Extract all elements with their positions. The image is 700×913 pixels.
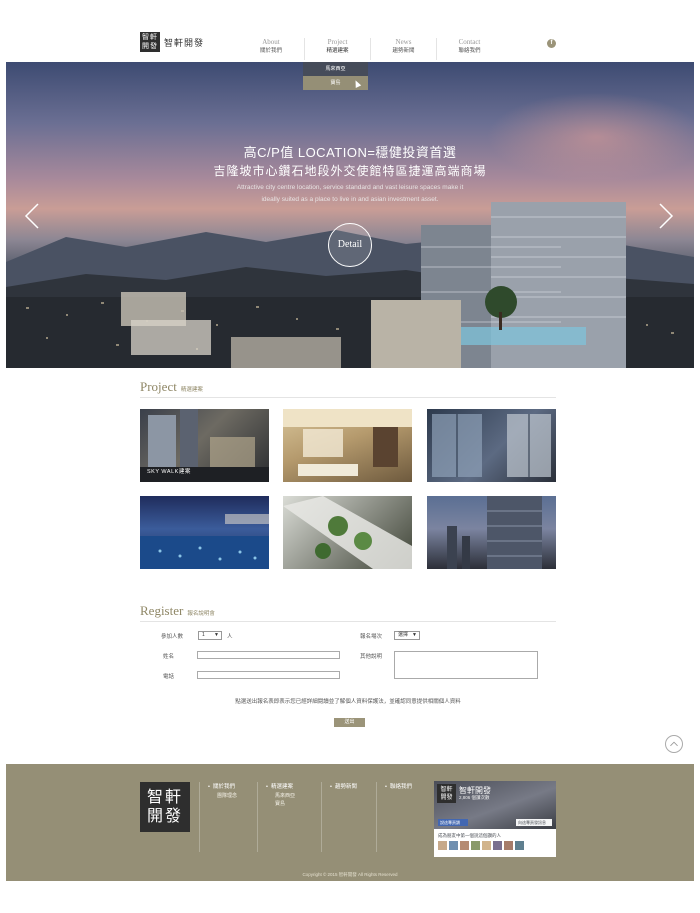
footer-sublink[interactable]: 寶島 — [266, 800, 295, 808]
select-value: 1 — [202, 632, 205, 638]
section-subtitle: 精選建案 — [180, 387, 203, 393]
facebook-page-widget[interactable]: 智軒 開發 智軒開發 2,806 個讚次數 說這專頁讚 向這專頁發訊息 成為朋友… — [434, 781, 556, 857]
project-tile[interactable] — [283, 409, 412, 482]
section-subtitle: 報名說明會 — [187, 611, 215, 617]
main-nav: About 關於我們 Project 精選建案 News 趨勢新聞 Contac… — [238, 38, 502, 60]
privacy-notice: 點選送出報名表即表示您已經詳細閱讀並了解個人資料保護法，並確認同意提供相關個人資… — [235, 699, 461, 705]
footer-column-project: 精選建案 馬來西亞 寶島 — [257, 782, 295, 852]
nav-label-zh: 關於我們 — [259, 48, 282, 54]
footer-logo[interactable]: 智軒 開發 — [140, 782, 190, 832]
name-label: 姓名 — [163, 654, 175, 660]
other-notes-textarea[interactable] — [394, 651, 538, 679]
project-tile[interactable]: SKY WALK建案 — [140, 409, 269, 482]
hero-description-line: Attractive city centre location, service… — [236, 184, 464, 191]
avatar[interactable] — [504, 841, 513, 850]
facebook-page-avatar: 智軒 開發 — [437, 784, 456, 803]
site-footer: 智軒 開發 關於我們 團隊理念 精選建案 馬來西亞 寶島 趨勢新聞 聯絡我們 智… — [6, 764, 694, 881]
logo-mark: 智軒 開發 — [140, 32, 160, 52]
project-image — [140, 514, 269, 569]
chevron-left-icon[interactable] — [24, 202, 40, 230]
hero-description: Attractive city centre location, service… — [206, 182, 494, 206]
session-label: 報名場次 — [360, 634, 383, 640]
phone-field[interactable] — [197, 671, 340, 679]
nav-label-en: Contact — [458, 38, 481, 46]
project-tile[interactable] — [140, 496, 269, 569]
avatar[interactable] — [460, 841, 469, 850]
footer-link-contact[interactable]: 聯絡我們 — [385, 782, 412, 792]
footer-link-news[interactable]: 趨勢新聞 — [330, 782, 357, 792]
people-unit-label: 人 — [227, 634, 233, 640]
facebook-message-button[interactable]: 向這專頁發訊息 — [516, 819, 552, 826]
nav-item-contact[interactable]: Contact 聯絡我們 — [436, 38, 502, 60]
nav-label-en: About — [262, 38, 280, 46]
avatar[interactable] — [449, 841, 458, 850]
phone-label: 電話 — [163, 674, 175, 680]
other-notes-label: 其他說明 — [360, 654, 383, 660]
avatar[interactable] — [482, 841, 491, 850]
avatar[interactable] — [493, 841, 502, 850]
project-tile[interactable] — [283, 496, 412, 569]
avatar[interactable] — [471, 841, 480, 850]
section-title: Project — [140, 379, 177, 394]
facebook-like-button[interactable]: 說這專頁讚 — [438, 819, 468, 826]
back-to-top-icon[interactable] — [665, 735, 683, 753]
project-tile[interactable] — [427, 496, 556, 569]
project-image — [283, 409, 412, 476]
avatar[interactable] — [515, 841, 524, 850]
register-section-header: Register 報名說明會 — [140, 602, 556, 622]
people-count-label: 參加人數 — [161, 634, 184, 640]
caret-down-icon: ▼ — [412, 632, 417, 638]
hero-slider: 高C/P值 LOCATION=穩健投資首選 吉隆坡市心鑽石地段外交使館特區捷運高… — [6, 62, 694, 368]
facebook-icon[interactable]: f — [547, 39, 556, 48]
hero-subheadline: 吉隆坡市心鑽石地段外交使館特區捷運高端商場 — [213, 164, 487, 178]
facebook-friend-avatars — [438, 841, 526, 850]
session-select[interactable]: 選擇 ▼ — [394, 631, 420, 640]
nav-label-zh: 聯絡我們 — [458, 48, 481, 54]
select-value: 選擇 — [398, 632, 409, 638]
project-tile-label: SKY WALK建案 — [147, 469, 191, 475]
logo[interactable]: 智軒 開發 智軒開發 — [140, 32, 204, 52]
nav-item-project[interactable]: Project 精選建案 — [304, 38, 370, 60]
people-count-select[interactable]: 1 ▼ — [198, 631, 222, 640]
project-dropdown-menu: 馬來西亞 寶島 — [303, 62, 368, 90]
hero-description-line: ideally suited as a place to live in and… — [261, 196, 439, 203]
nav-label-en: Project — [327, 38, 348, 46]
logo-text: 智軒開發 — [164, 38, 205, 49]
copyright-text: Copyright © 2015 智軒開發 All Rights Reserve… — [302, 872, 398, 877]
footer-column-about: 關於我們 團隊理念 — [199, 782, 237, 852]
project-image — [447, 496, 542, 569]
project-image — [283, 496, 412, 569]
dropdown-item-malaysia[interactable]: 馬來西亞 — [303, 62, 368, 76]
footer-column-news: 趨勢新聞 — [321, 782, 357, 852]
footer-sublink[interactable]: 團隊理念 — [208, 792, 237, 800]
name-field[interactable] — [197, 651, 340, 659]
facebook-like-count: 2,806 個讚次數 — [459, 795, 490, 800]
nav-item-about[interactable]: About 關於我們 — [238, 38, 304, 60]
footer-sublink[interactable]: 馬來西亞 — [266, 792, 295, 800]
footer-link-project[interactable]: 精選建案 — [266, 782, 295, 792]
site-header: 智軒 開發 智軒開發 About 關於我們 Project 精選建案 News … — [0, 0, 700, 62]
facebook-friends-text: 成為朋友中第一個說這個讚的人 — [438, 833, 501, 838]
nav-item-news[interactable]: News 趨勢新聞 — [370, 38, 436, 60]
section-title: Register — [140, 603, 184, 618]
chevron-right-icon[interactable] — [658, 202, 674, 230]
project-section-header: Project 精選建案 — [140, 378, 556, 398]
nav-label-zh: 趨勢新聞 — [392, 48, 415, 54]
caret-down-icon: ▼ — [214, 632, 219, 638]
footer-column-contact: 聯絡我們 — [376, 782, 412, 852]
hero-headline: 高C/P值 LOCATION=穩健投資首選 — [243, 145, 457, 160]
nav-label-zh: 精選建案 — [326, 48, 349, 54]
project-tile[interactable] — [427, 409, 556, 482]
detail-button[interactable]: Detail — [328, 223, 372, 267]
footer-link-about[interactable]: 關於我們 — [208, 782, 237, 792]
submit-button[interactable]: 送出 — [334, 718, 365, 727]
avatar[interactable] — [438, 841, 447, 850]
project-image — [432, 414, 551, 477]
nav-label-en: News — [395, 38, 412, 46]
hero-cityscape-image — [6, 202, 694, 368]
